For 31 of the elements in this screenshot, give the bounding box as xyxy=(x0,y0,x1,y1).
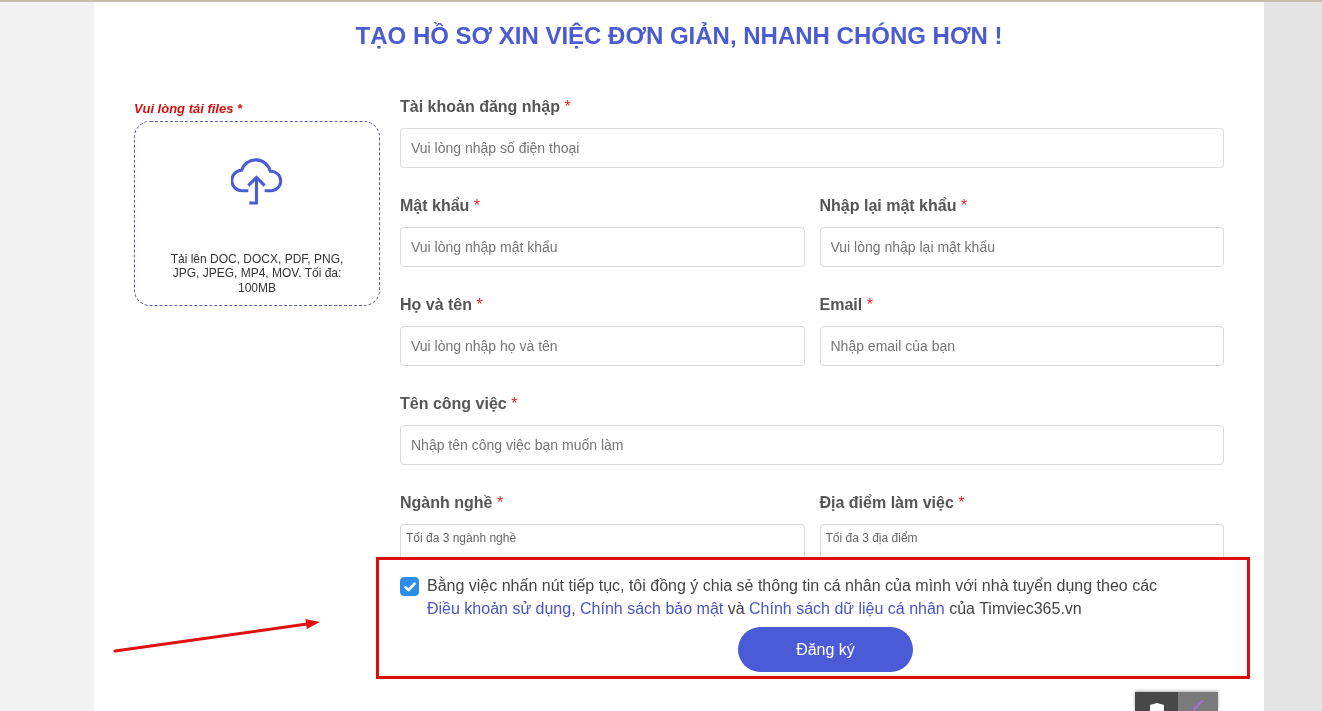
upload-hint: Tải lên DOC, DOCX, PDF, PNG, JPG, JPEG, MP4, MOV. Tối đa: 100MB xyxy=(169,251,345,295)
shield-icon xyxy=(1149,703,1164,711)
page-title: TẠO HỒ SƠ XIN VIỆC ĐƠN GIẢN, NHANH CHÓNG HƠN ! xyxy=(354,22,1004,50)
policy-link[interactable]: Chính sách bảo mật xyxy=(580,600,724,617)
policy-link[interactable]: Chính sách dữ liệu cá nhân xyxy=(749,600,945,617)
input-field[interactable]: Vui lòng nhập mật khẩu xyxy=(400,227,805,267)
check-icon xyxy=(403,581,416,592)
slash-icon xyxy=(1192,700,1204,711)
input-field[interactable]: Nhập tên công việc bạn muốn làm xyxy=(400,425,1224,465)
input-field[interactable]: Nhập email của bạn xyxy=(819,326,1224,366)
upload-dropzone[interactable]: Tải lên DOC, DOCX, PDF, PNG, JPG, JPEG, MP4, MOV. Tối đa: 100MB xyxy=(134,121,380,306)
select-field[interactable]: Tối đa 3 địa điểm xyxy=(819,524,1224,557)
cloud-upload-icon xyxy=(231,155,283,205)
field-label: Ngành nghề * xyxy=(400,493,505,513)
field-label: Địa điểm làm việc * xyxy=(819,493,966,513)
input-field[interactable]: Vui lòng nhập lại mật khẩu xyxy=(819,227,1224,267)
consent-text: Bằng việc nhấn nút tiếp tục, tôi đồng ý chia sẻ thông tin cá nhân của mình với nhà tuyển dụng theo các Điều khoản sử dụng, Chính sách bảo mật và Chính sách dữ liệu cá nhân của Timviec365.vn xyxy=(427,575,1159,619)
register-button[interactable]: Đăng ký xyxy=(738,627,913,672)
field-label: Nhập lại mật khẩu * xyxy=(819,196,969,216)
input-field[interactable]: Vui lòng nhập họ và tên xyxy=(400,326,805,366)
policy-link[interactable]: Điều khoản sử dụng xyxy=(427,600,572,617)
select-field[interactable]: Tối đa 3 ngành nghề xyxy=(400,524,805,557)
checkbox[interactable] xyxy=(400,577,419,596)
field-label: Tài khoản đăng nhập * xyxy=(400,97,572,117)
field-label: Họ và tên * xyxy=(400,295,484,315)
field-label: Email * xyxy=(819,295,874,315)
field-label: Tên công việc * xyxy=(400,394,519,414)
input-field[interactable]: Vui lòng nhập số điện thoại xyxy=(400,128,1224,168)
upload-label: Vui lòng tải files * xyxy=(134,101,244,117)
field-label: Mật khẩu * xyxy=(400,196,482,216)
toolbar-button[interactable] xyxy=(1135,692,1178,711)
